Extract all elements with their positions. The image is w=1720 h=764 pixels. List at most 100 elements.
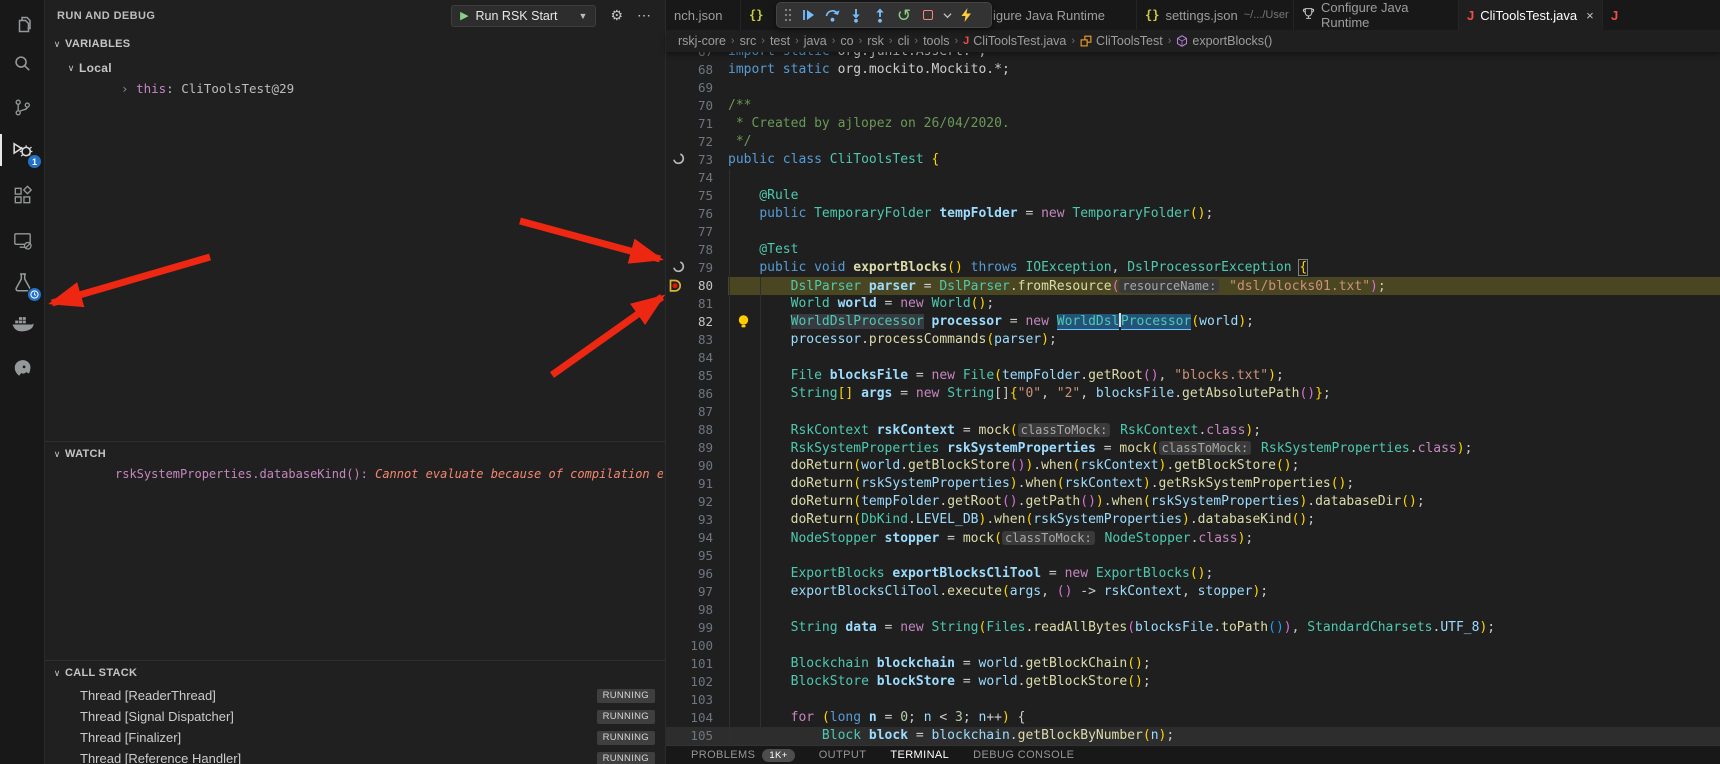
step-over-button[interactable] [821, 4, 843, 26]
line-number[interactable]: 72 [680, 133, 713, 151]
call-stack-thread-row[interactable]: Thread [Reference Handler]RUNNING [45, 748, 665, 764]
variable-this-row[interactable]: › this: CliToolsTest@29 [121, 81, 294, 96]
activity-bar-item-extensions[interactable] [0, 174, 45, 216]
step-out-button[interactable] [869, 4, 891, 26]
code-line-75[interactable]: 75 @Rule [666, 187, 1720, 205]
line-number[interactable]: 91 [680, 475, 713, 493]
code-line-100[interactable]: 100 [666, 637, 1720, 655]
line-number[interactable]: 79 [680, 259, 713, 277]
code-line-104[interactable]: 104 for (long n = 0; n < 3; n++) { [666, 709, 1720, 727]
line-number[interactable]: 88 [680, 421, 713, 439]
breadcrumb-item-exportblocks-[interactable]: exportBlocks() [1176, 34, 1272, 48]
line-number[interactable]: 80 [680, 277, 713, 295]
line-number[interactable]: 85 [680, 367, 713, 385]
tab-partial-java[interactable]: J [1603, 0, 1720, 30]
line-number[interactable]: 99 [680, 619, 713, 637]
code-line-86[interactable]: 86 String[] args = new String[]{"0", "2"… [666, 385, 1720, 403]
code-line-82[interactable]: 82 WorldDslProcessor processor = new Wor… [666, 313, 1720, 331]
line-number[interactable]: 97 [680, 583, 713, 601]
line-number[interactable]: 74 [680, 169, 713, 187]
line-number[interactable]: 96 [680, 565, 713, 583]
code-line-84[interactable]: 84 [666, 349, 1720, 367]
code-line-103[interactable]: 103 [666, 691, 1720, 709]
line-number[interactable]: 101 [680, 655, 713, 673]
step-into-button[interactable] [845, 4, 867, 26]
line-number[interactable]: 94 [680, 529, 713, 547]
line-number[interactable]: 82 [680, 313, 713, 331]
line-number[interactable]: 103 [680, 691, 713, 709]
gear-icon[interactable]: ⚙ [610, 7, 623, 24]
continue-button[interactable] [797, 4, 819, 26]
code-line-78[interactable]: 78 @Test [666, 241, 1720, 259]
stop-button[interactable] [917, 4, 939, 26]
code-line-94[interactable]: 94 NodeStopper stopper = mock(classToMoc… [666, 529, 1720, 547]
code-line-96[interactable]: 96 ExportBlocks exportBlocksCliTool = ne… [666, 565, 1720, 583]
activity-bar-item-source-control[interactable] [0, 86, 45, 128]
code-line-79[interactable]: 79 public void exportBlocks() throws IOE… [666, 259, 1720, 277]
breadcrumb-item-clitoolstest[interactable]: CliToolsTest [1080, 34, 1163, 48]
activity-bar-item-gradle[interactable] [0, 347, 45, 389]
hot-code-replace-button[interactable] [955, 4, 977, 26]
line-number[interactable]: 71 [680, 115, 713, 133]
code-line-92[interactable]: 92 doReturn(tempFolder.getRoot().getPath… [666, 493, 1720, 511]
line-number[interactable]: 84 [680, 349, 713, 367]
line-number[interactable]: 98 [680, 601, 713, 619]
variables-scope-local[interactable]: ∨ Local [45, 57, 665, 79]
line-number[interactable]: 68 [680, 61, 713, 79]
breadcrumb-item-java[interactable]: java [804, 34, 827, 48]
panel-tab-terminal[interactable]: TERMINAL [890, 749, 949, 761]
code-line-70[interactable]: 70/** [666, 97, 1720, 115]
code-line-85[interactable]: 85 File blocksFile = new File(tempFolder… [666, 367, 1720, 385]
line-number[interactable]: 90 [680, 457, 713, 475]
line-number[interactable]: 100 [680, 637, 713, 655]
code-line-73[interactable]: 73public class CliToolsTest { [666, 151, 1720, 169]
watch-expression-row[interactable]: rskSystemProperties.databaseKind(): Cann… [115, 467, 663, 481]
line-number[interactable]: 76 [680, 205, 713, 223]
code-line-91[interactable]: 91 doReturn(rskSystemProperties).when(rs… [666, 475, 1720, 493]
code-line-102[interactable]: 102 BlockStore blockStore = world.getBlo… [666, 673, 1720, 691]
code-line-72[interactable]: 72 */ [666, 133, 1720, 151]
line-number[interactable]: 93 [680, 511, 713, 529]
code-line-101[interactable]: 101 Blockchain blockchain = world.getBlo… [666, 655, 1720, 673]
line-number[interactable]: 86 [680, 385, 713, 403]
code-line-99[interactable]: 99 String data = new String(Files.readAl… [666, 619, 1720, 637]
start-debug-icon[interactable]: ▶ [460, 9, 468, 22]
line-number[interactable]: 89 [680, 439, 713, 457]
restart-button[interactable]: ↺ [893, 4, 915, 26]
activity-bar-item-remote-explorer[interactable] [0, 219, 45, 261]
code-line-87[interactable]: 87 [666, 403, 1720, 421]
activity-bar-item-search[interactable] [0, 42, 45, 84]
code-line-81[interactable]: 81 World world = new World(); [666, 295, 1720, 313]
panel-tab-problems[interactable]: PROBLEMS 1K+ [691, 749, 795, 762]
line-number[interactable]: 78 [680, 241, 713, 259]
panel-tab-output[interactable]: OUTPUT [819, 749, 867, 761]
launch-config-dropdown[interactable]: ▶ Run RSK Start ▼ [451, 5, 596, 27]
line-number[interactable]: 73 [680, 151, 713, 169]
breadcrumb-item-src[interactable]: src [740, 34, 757, 48]
code-line-83[interactable]: 83 processor.processCommands(parser); [666, 331, 1720, 349]
breadcrumb-item-cli[interactable]: cli [898, 34, 910, 48]
call-stack-section-header[interactable]: ∨ CALL STACK [45, 662, 665, 684]
variables-section-header[interactable]: ∨ VARIABLES [45, 33, 665, 55]
code-line-76[interactable]: 76 public TemporaryFolder tempFolder = n… [666, 205, 1720, 223]
breadcrumb-item-test[interactable]: test [770, 34, 790, 48]
line-number[interactable]: 70 [680, 97, 713, 115]
code-line-77[interactable]: 77 [666, 223, 1720, 241]
tab-settings-json[interactable]: {} settings.json ~/.../User [1137, 0, 1294, 30]
code-editor[interactable]: 67import static org.junit.Assert.*;68imp… [666, 0, 1720, 745]
code-line-98[interactable]: 98 [666, 601, 1720, 619]
toolbar-drag-handle[interactable] [781, 4, 795, 26]
expand-icon[interactable]: › [121, 81, 129, 96]
code-line-97[interactable]: 97 exportBlocksCliTool.execute(args, () … [666, 583, 1720, 601]
stop-dropdown-button[interactable] [941, 4, 953, 26]
line-number[interactable]: 105 [680, 727, 713, 745]
code-line-88[interactable]: 88 RskContext rskContext = mock(classToM… [666, 421, 1720, 439]
line-number[interactable]: 75 [680, 187, 713, 205]
watch-section-header[interactable]: ∨ WATCH [45, 443, 665, 465]
call-stack-thread-row[interactable]: Thread [Finalizer]RUNNING [45, 727, 665, 748]
code-line-74[interactable]: 74 [666, 169, 1720, 187]
tab-configure-java-runtime[interactable]: Configure Java Runtime [1294, 0, 1459, 30]
code-line-93[interactable]: 93 doReturn(DbKind.LEVEL_DB).when(rskSys… [666, 511, 1720, 529]
tab-launch-json[interactable]: nch.json [666, 0, 741, 30]
line-number[interactable]: 77 [680, 223, 713, 241]
